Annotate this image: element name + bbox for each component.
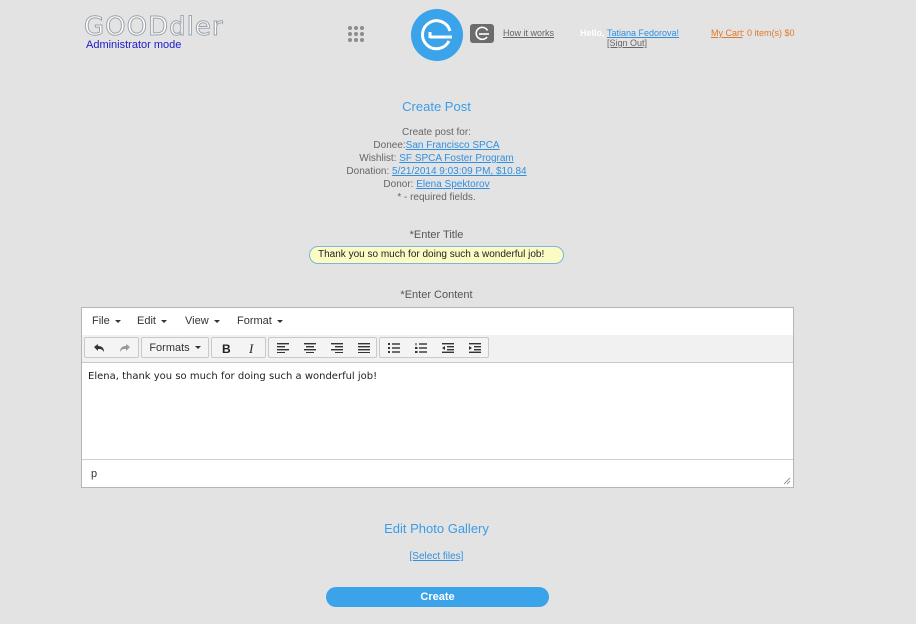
donee-label: Donee: [373,140,406,151]
redo-icon [120,343,130,352]
chevron-down-icon [276,319,283,323]
apps-grid-icon[interactable] [348,26,364,42]
resize-handle-icon[interactable] [783,477,791,485]
chevron-down-icon [213,319,220,323]
donation-link[interactable]: 5/21/2014 9:03:09 PM, $10.84 [392,166,527,177]
editor-content-area[interactable]: Elena, thank you so much for doing such … [82,363,793,460]
bullet-list-button[interactable] [381,338,407,357]
wishlist-line: Wishlist: SF SPCA Foster Program [0,152,873,165]
italic-button[interactable]: I [239,338,265,357]
style-group: B I [211,337,266,358]
editor-toolbar: Formats B I [82,335,793,363]
svg-text:B: B [222,342,231,354]
align-left-button[interactable] [270,338,296,357]
align-justify-icon [358,342,370,353]
enter-title-label: *Enter Title [409,229,464,241]
undo-icon [94,343,104,352]
indent-icon [469,342,481,353]
site-logo-text[interactable]: GOODdler [84,12,224,43]
rich-text-editor: File Edit View Format Formats B I Elena,… [81,307,794,488]
select-files-line: [Select files] [0,551,873,562]
menu-view[interactable]: View [185,315,220,327]
hello-label: Hello, [580,28,605,38]
create-button[interactable]: Create [326,587,549,607]
chevron-down-icon [194,346,201,349]
list-group [379,337,489,358]
user-name-link[interactable]: Tatiana Fedorova! [607,28,679,38]
align-group [268,337,377,358]
formats-dropdown[interactable]: Formats [142,338,208,357]
menu-view-label: View [185,315,209,327]
donor-line: Donor: Elena Spektorov [0,178,873,191]
menu-format-label: Format [237,315,272,327]
element-path[interactable]: p [91,468,97,480]
align-center-icon [304,342,316,353]
select-files-link[interactable]: [Select files] [410,551,464,562]
bold-button[interactable]: B [213,338,239,357]
donor-link[interactable]: Elena Spektorov [416,179,489,190]
redo-button[interactable] [112,338,138,357]
gallery-title: Edit Photo Gallery [384,521,489,536]
brand-small-logo-icon[interactable] [470,24,494,43]
align-right-icon [331,342,343,353]
admin-mode-label: Administrator mode [86,39,182,51]
numbered-list-icon [415,342,427,353]
menu-edit[interactable]: Edit [137,315,167,327]
donee-link[interactable]: San Francisco SPCA [406,140,500,151]
formats-group: Formats [141,337,209,358]
sign-out-link[interactable]: [Sign Out] [607,38,647,48]
how-it-works-link[interactable]: How it works [503,28,554,38]
post-title-input[interactable] [309,246,564,264]
editor-menubar: File Edit View Format [82,308,793,336]
outdent-button[interactable] [435,338,461,357]
align-center-button[interactable] [297,338,323,357]
required-note: * - required fields. [397,192,476,203]
wishlist-label: Wishlist: [359,153,397,164]
bullet-list-icon [388,342,400,353]
outdent-icon [442,342,454,353]
donee-line: Donee:San Francisco SPCA [0,139,873,152]
donor-label: Donor: [383,179,414,190]
bold-icon: B [222,342,231,354]
editor-statusbar: p [82,459,793,487]
create-for-label: Create post for: [402,127,471,138]
brand-logo-icon[interactable] [411,9,463,61]
formats-label: Formats [149,341,190,354]
svg-text:I: I [248,342,254,354]
indent-button[interactable] [462,338,488,357]
history-group [84,337,139,358]
chevron-down-icon [114,319,121,323]
italic-icon: I [248,342,254,354]
chevron-down-icon [160,319,167,323]
align-left-icon [277,342,289,353]
cart-info: : 0 item(s) $0 [742,28,795,38]
my-cart-link[interactable]: My Cart [711,28,743,38]
numbered-list-button[interactable] [408,338,434,357]
page-title: Create Post [402,99,471,114]
menu-edit-label: Edit [137,315,156,327]
align-right-button[interactable] [324,338,350,357]
donation-label: Donation: [346,166,390,177]
enter-content-label: *Enter Content [400,289,473,301]
undo-button[interactable] [86,338,112,357]
donation-line: Donation: 5/21/2014 9:03:09 PM, $10.84 [0,165,873,178]
menu-file-label: File [92,315,110,327]
menu-format[interactable]: Format [237,315,283,327]
wishlist-link[interactable]: SF SPCA Foster Program [399,153,513,164]
menu-file[interactable]: File [92,315,121,327]
align-justify-button[interactable] [351,338,377,357]
